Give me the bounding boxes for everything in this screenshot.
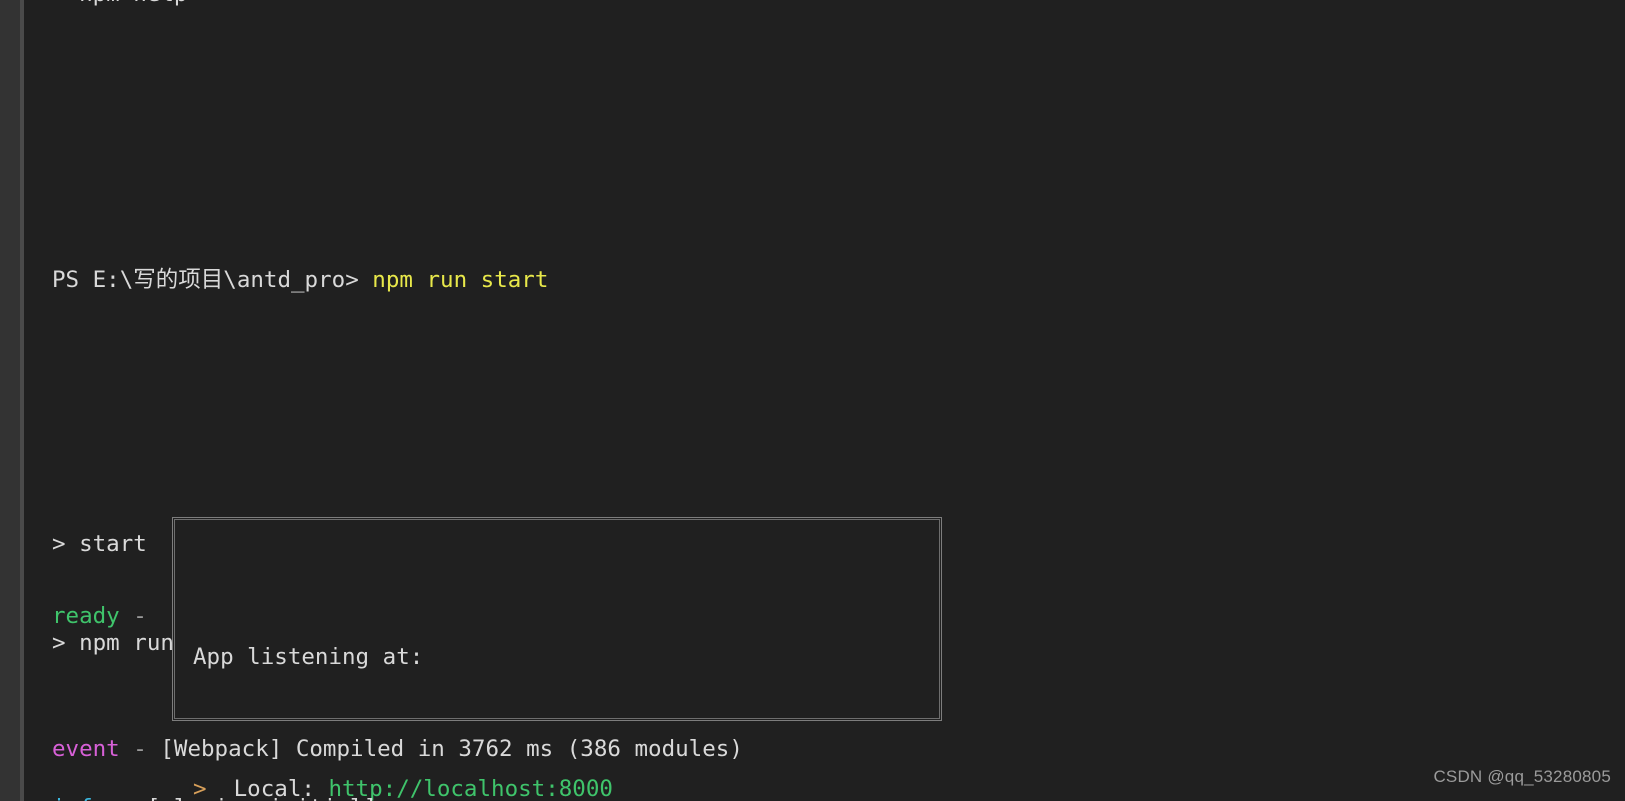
- csdn-watermark: CSDN @qq_53280805: [1433, 767, 1611, 786]
- ready-label-row: ready -: [52, 600, 160, 633]
- log-dash: -: [119, 736, 161, 762]
- terminal-window: npm help PS E:\写的项目\antd_pro> npm run st…: [0, 0, 1625, 801]
- prompt-command: npm run start: [372, 267, 549, 293]
- spacer-row: [24, 396, 1625, 429]
- clipped-bottom-line: info - [plugin: initial]: [24, 792, 377, 801]
- log-dash: -: [119, 603, 161, 629]
- spacer-row: [24, 99, 1625, 132]
- app-listening-heading: App listening at:: [193, 644, 424, 670]
- log-dash: -: [106, 795, 147, 801]
- ready-block: ready - App listening at: > Local: http:…: [24, 505, 1604, 801]
- log-level-event: event: [52, 736, 120, 762]
- app-listening-box: App listening at: > Local: http://localh…: [172, 517, 942, 801]
- left-gutter: [0, 0, 20, 801]
- prompt-line: PS E:\写的项目\antd_pro> npm run start: [24, 264, 1625, 297]
- log-message: [plugin: initial]: [147, 795, 377, 801]
- log-level-ready: ready: [52, 603, 120, 629]
- prompt-path: PS E:\写的项目\antd_pro>: [52, 267, 373, 293]
- log-message: [Webpack] Compiled in 3762 ms (386 modul…: [160, 736, 743, 762]
- log-line-webpack-compiled: event - [Webpack] Compiled in 3762 ms (3…: [24, 733, 743, 766]
- log-level-info: info: [52, 795, 106, 801]
